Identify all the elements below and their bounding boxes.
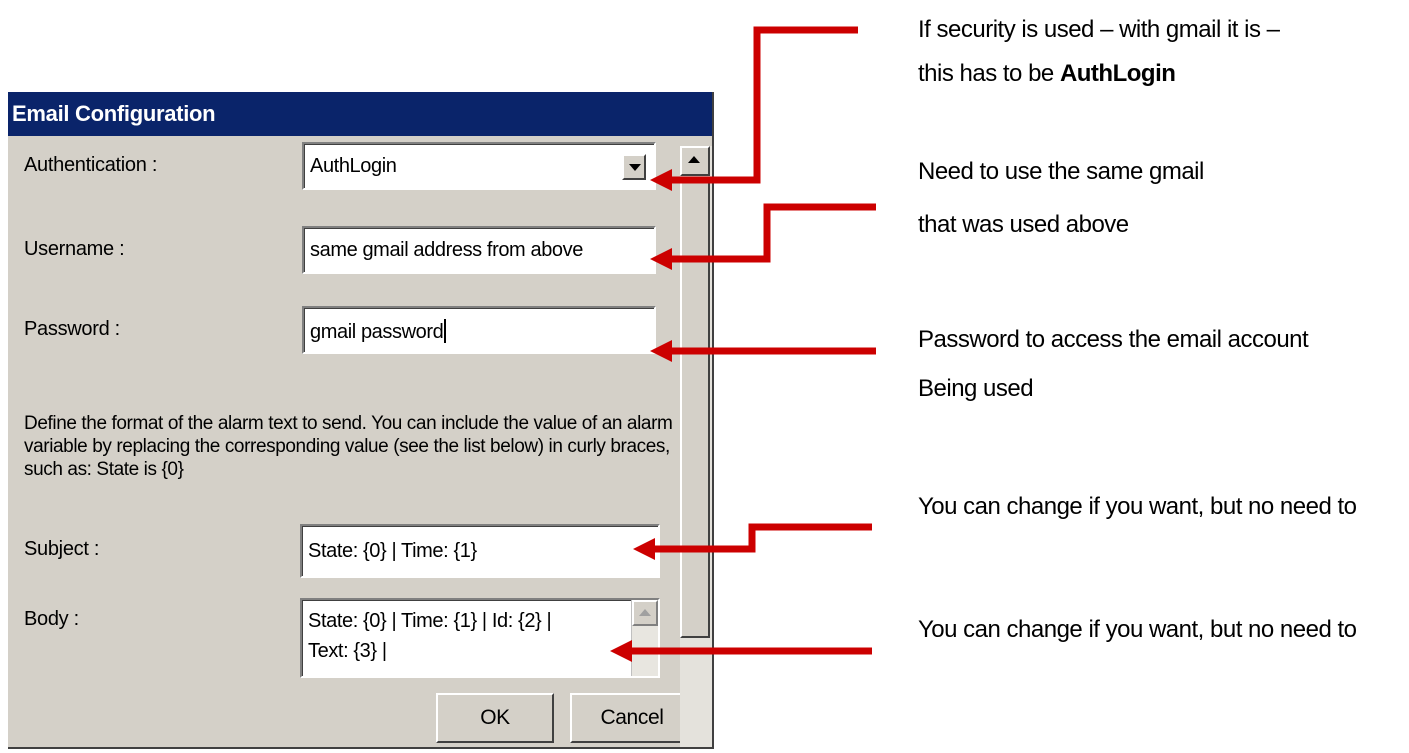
note-authentication-prefix: this has to be <box>918 60 1060 87</box>
note-authentication-line-2: this has to be AuthLogin <box>918 55 1176 93</box>
arrowhead-password <box>650 340 672 362</box>
arrowhead-username <box>650 248 672 270</box>
arrow-subject <box>645 523 872 553</box>
note-username-line-1: Need to use the same gmail <box>918 158 1204 185</box>
note-subject: You can change if you want, but no need … <box>918 493 1357 520</box>
note-password-line-2: Being used <box>918 375 1034 402</box>
note-username-line-2: that was used above <box>918 211 1129 238</box>
arrowhead-body <box>610 640 632 662</box>
note-password-line-1: Password to access the email account <box>918 326 1309 353</box>
arrow-username <box>662 203 876 263</box>
arrowhead-subject <box>633 538 655 560</box>
page: Email Configuration Authentication : Aut… <box>0 0 1409 753</box>
note-body: You can change if you want, but no need … <box>918 616 1357 643</box>
note-authentication-line-1: If security is used – with gmail it is – <box>918 16 1280 43</box>
note-authentication-bold: AuthLogin <box>1059 60 1176 87</box>
arrow-authentication <box>662 26 858 184</box>
arrowhead-authentication <box>650 169 672 191</box>
